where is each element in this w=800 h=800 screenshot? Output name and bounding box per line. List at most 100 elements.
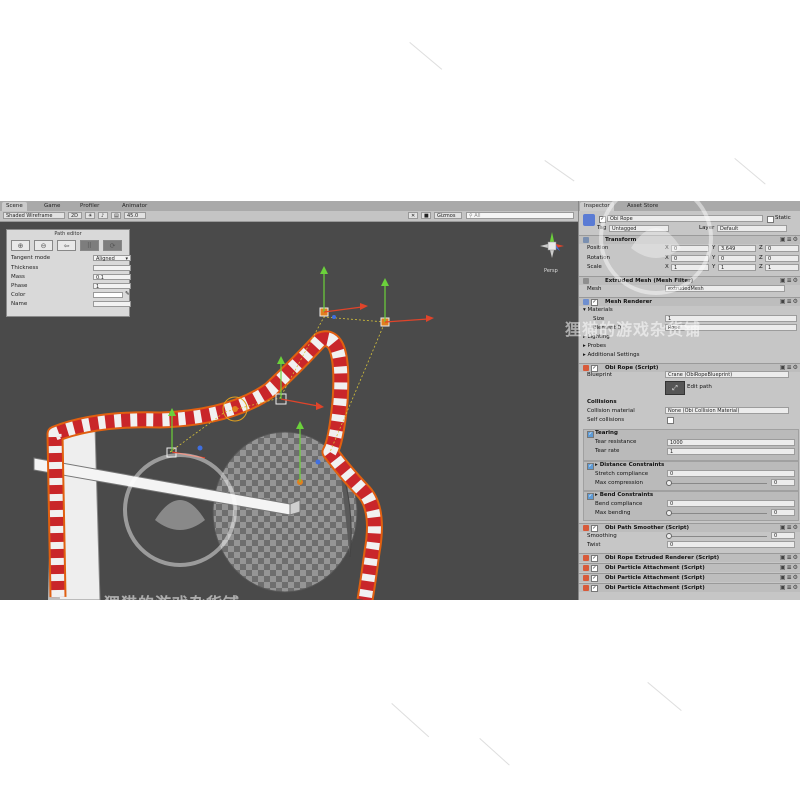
self-collisions-label: Self collisions [587, 417, 625, 423]
max-bending-slider-knob[interactable] [666, 510, 672, 516]
position-z-field[interactable]: 0 [765, 245, 799, 252]
transform-icon [583, 237, 589, 243]
distance-constraints-checkbox[interactable]: ✓ [587, 463, 594, 470]
camera-icon[interactable]: ■ [421, 212, 431, 219]
scale-y-field[interactable]: 1 [718, 264, 756, 271]
max-compression-slider[interactable] [667, 483, 767, 484]
obi-rope-title: Obi Rope (Script) [605, 365, 659, 371]
tear-rate-value: 1 [670, 449, 674, 455]
tear-resistance-field[interactable]: 1000 [667, 439, 795, 446]
smoothing-slider[interactable] [667, 536, 767, 537]
collision-material-field[interactable]: None (Obi Collision Material) [665, 407, 789, 414]
scene-orientation-gizmo[interactable] [540, 232, 564, 258]
smoothing-value: 0 [774, 533, 778, 539]
rotation-z-field[interactable]: 0 [765, 255, 799, 262]
collisions-label: Collisions [587, 399, 617, 405]
position-y-field[interactable]: 3.649 [718, 245, 756, 252]
name-field[interactable] [93, 301, 131, 307]
extruded-renderer-header[interactable]: ✓ Obi Rope Extruded Renderer (Script) ▣≡… [579, 553, 800, 562]
eyedropper-icon[interactable]: ✎ [125, 291, 130, 297]
mesh-renderer-header[interactable]: ✓ Mesh Renderer ▣≡⚙ [579, 297, 800, 306]
script-icon [583, 365, 589, 371]
script-icon [583, 525, 589, 531]
tab-scene[interactable]: Scene [2, 202, 27, 211]
component-menu-icon[interactable]: ▣≡⚙ [780, 564, 799, 572]
thickness-field[interactable] [93, 265, 131, 271]
fov-value: 45.0 [127, 213, 139, 219]
rotation-z-value: 0 [768, 256, 772, 262]
mesh-renderer-enabled-checkbox[interactable]: ✓ [591, 299, 598, 306]
component-menu-icon[interactable]: ▣≡⚙ [780, 277, 799, 285]
blueprint-field[interactable]: Crane (ObiRopeBlueprint) [665, 371, 789, 378]
toggle-loop-button[interactable]: ⟳ [103, 240, 122, 251]
smoothing-slider-knob[interactable] [666, 533, 672, 539]
phase-field[interactable]: 1 [93, 283, 131, 290]
remove-control-point-button[interactable]: ⊖ [34, 240, 53, 251]
self-collisions-checkbox[interactable] [667, 417, 674, 424]
projection-label: Persp [544, 268, 558, 274]
add-control-point-button[interactable]: ⊕ [11, 240, 30, 251]
scene-viewport[interactable]: Persp Path editor ⊕ ⊖ ⇦ ⠿ ⟳ Tangent mode… [0, 222, 578, 600]
audio-icon[interactable]: ♪ [98, 212, 108, 219]
fov-field[interactable]: 45.0 [124, 212, 146, 219]
shading-mode-dropdown[interactable]: Shaded Wireframe [3, 212, 65, 219]
max-compression-slider-knob[interactable] [666, 480, 672, 486]
scene-search-input[interactable]: ⚲ All [466, 212, 574, 219]
smoothing-field[interactable]: 0 [771, 532, 795, 539]
path-smoother-header[interactable]: ✓ Obi Path Smoother (Script) ▣≡⚙ [579, 523, 800, 532]
component-menu-icon[interactable]: ▣≡⚙ [780, 554, 799, 562]
tab-animator[interactable]: Animator [118, 202, 151, 211]
max-bending-slider[interactable] [667, 513, 767, 514]
stretch-compliance-field[interactable]: 0 [667, 470, 795, 477]
layer-dropdown[interactable]: Default [717, 225, 787, 232]
tools-icon[interactable]: ✕ [408, 212, 418, 219]
effects-icon[interactable]: ▤ [111, 212, 121, 219]
tangent-mode-dropdown[interactable]: Aligned ▾ [93, 255, 131, 262]
max-compression-field[interactable]: 0 [771, 479, 795, 486]
max-bending-field[interactable]: 0 [771, 509, 795, 516]
toggle-closed-button[interactable]: ⠿ [80, 240, 99, 251]
component-enabled-checkbox[interactable]: ✓ [591, 575, 598, 582]
mass-field[interactable]: 0.1 [93, 274, 131, 281]
tab-profiler[interactable]: Profiler [76, 202, 103, 211]
decor-line [647, 682, 682, 712]
additional-settings-foldout[interactable]: ▸ Additional Settings [583, 352, 639, 358]
component-menu-icon[interactable]: ▣≡⚙ [780, 524, 799, 532]
bend-constraints-checkbox[interactable]: ✓ [587, 493, 594, 500]
component-enabled-checkbox[interactable]: ✓ [591, 585, 598, 592]
stretch-compliance-label: Stretch compliance [595, 471, 649, 477]
particle-attachment-header[interactable]: ✓ Obi Particle Attachment (Script) ▣≡⚙ [579, 573, 800, 582]
rotation-z-label: Z [759, 255, 763, 261]
script-icon [583, 565, 589, 571]
color-label: Color [11, 292, 26, 298]
path-editor-panel: Path editor ⊕ ⊖ ⇦ ⠿ ⟳ Tangent mode Align… [6, 229, 131, 317]
probes-foldout[interactable]: ▸ Probes [583, 343, 606, 349]
obi-rope-enabled-checkbox[interactable]: ✓ [591, 365, 598, 372]
tab-game[interactable]: Game [40, 202, 64, 211]
gameobject-icon [583, 214, 595, 226]
light-icon[interactable]: ☀ [85, 212, 95, 219]
rotation-y-field[interactable]: 0 [718, 255, 756, 262]
twist-field[interactable]: 0 [667, 541, 795, 548]
component-menu-icon[interactable]: ▣≡⚙ [780, 236, 799, 244]
component-enabled-checkbox[interactable]: ✓ [591, 555, 598, 562]
edit-path-button[interactable]: ⤢ [665, 381, 685, 395]
particle-attachment-header[interactable]: ✓ Obi Particle Attachment (Script) ▣≡⚙ [579, 583, 800, 592]
scale-z-field[interactable]: 1 [765, 264, 799, 271]
tear-rate-field[interactable]: 1 [667, 448, 795, 455]
color-swatch[interactable] [93, 292, 123, 298]
component-enabled-checkbox[interactable]: ✓ [591, 565, 598, 572]
toggle-2d-button[interactable]: 2D [68, 212, 82, 219]
materials-foldout[interactable]: ▾ Materials [583, 307, 613, 313]
tearing-checkbox[interactable]: ✓ [587, 431, 594, 438]
component-menu-icon[interactable]: ▣≡⚙ [780, 298, 799, 306]
bend-compliance-field[interactable]: 0 [667, 500, 795, 507]
gizmos-dropdown[interactable]: Gizmos [434, 212, 462, 219]
path-smoother-enabled-checkbox[interactable]: ✓ [591, 525, 598, 532]
static-checkbox[interactable] [767, 216, 774, 223]
smoothing-label: Smoothing [587, 533, 617, 539]
component-menu-icon[interactable]: ▣≡⚙ [780, 584, 799, 592]
particle-attachment-header[interactable]: ✓ Obi Particle Attachment (Script) ▣≡⚙ [579, 563, 800, 572]
reverse-path-button[interactable]: ⇦ [57, 240, 76, 251]
component-menu-icon[interactable]: ▣≡⚙ [780, 574, 799, 582]
